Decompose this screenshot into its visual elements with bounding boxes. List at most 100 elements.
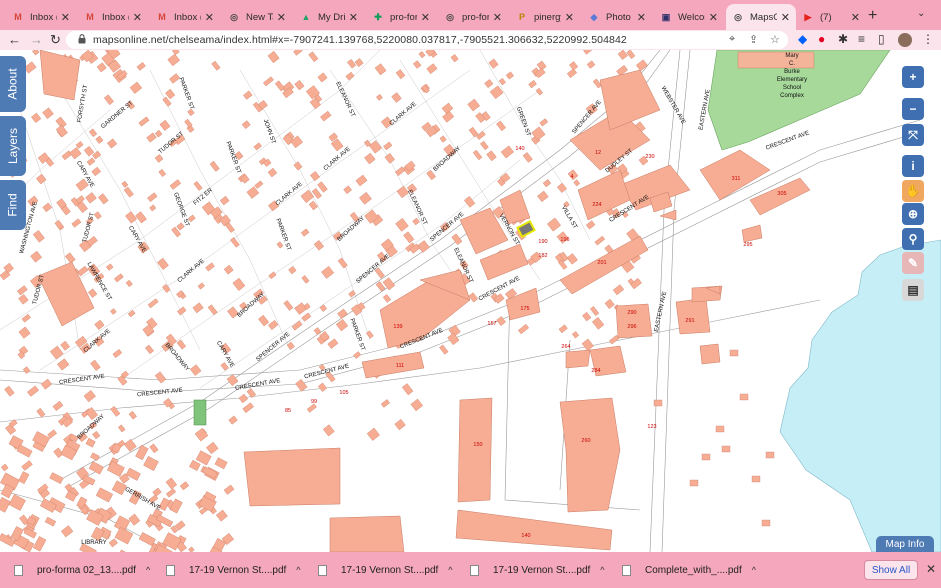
side-tab-layers[interactable]: Layers <box>0 116 26 176</box>
parcel[interactable] <box>345 71 355 81</box>
parcel[interactable] <box>337 257 348 269</box>
parcel[interactable] <box>145 344 154 355</box>
parcel[interactable] <box>558 259 568 270</box>
parcel[interactable] <box>286 341 295 350</box>
tab-close-icon[interactable]: ✕ <box>493 11 502 24</box>
parcel[interactable] <box>288 266 297 275</box>
parcel[interactable] <box>138 116 150 127</box>
magnifier-icon[interactable]: ⚲ <box>902 228 924 250</box>
parcel[interactable] <box>193 181 203 191</box>
parcel[interactable] <box>313 327 322 335</box>
parcel[interactable] <box>353 351 362 359</box>
parcel[interactable] <box>566 68 577 78</box>
parcel[interactable] <box>321 266 335 279</box>
browser-tab[interactable]: ◎ pro-form ✕ <box>438 4 508 30</box>
parcel[interactable] <box>103 94 114 106</box>
parcel[interactable] <box>143 456 159 471</box>
parcel[interactable] <box>535 87 544 96</box>
parcel[interactable] <box>467 98 480 112</box>
parcel[interactable] <box>16 444 33 458</box>
parcel[interactable] <box>573 179 581 187</box>
parcel[interactable] <box>301 275 310 284</box>
parcel[interactable] <box>528 80 537 89</box>
tab-close-icon[interactable]: ✕ <box>61 11 70 24</box>
parcel[interactable] <box>451 233 463 246</box>
forward-arrow-icon[interactable]: → <box>30 32 43 47</box>
parcel[interactable] <box>95 135 104 144</box>
parcel[interactable] <box>486 150 497 162</box>
parcel[interactable] <box>194 427 209 442</box>
download-item[interactable]: 17-19 Vernon St....pdf ^ <box>470 562 605 578</box>
parcel[interactable] <box>354 58 364 68</box>
parcel[interactable] <box>8 494 26 511</box>
parcel[interactable] <box>147 298 159 309</box>
parcel[interactable] <box>60 340 70 351</box>
parcel[interactable] <box>653 399 663 407</box>
parcel[interactable] <box>310 171 320 182</box>
parcel[interactable] <box>612 284 625 296</box>
parcel[interactable] <box>308 51 319 63</box>
reading-list-icon[interactable]: ≡ <box>858 32 865 46</box>
side-tab-about[interactable]: About <box>0 56 26 112</box>
download-item[interactable]: Complete_with_....pdf ^ <box>622 562 756 578</box>
parcel[interactable] <box>464 196 476 208</box>
browser-tab[interactable]: ◎ New Tab ✕ <box>222 4 292 30</box>
parcel[interactable] <box>47 429 57 439</box>
parcel[interactable] <box>401 383 414 396</box>
parcel[interactable] <box>16 285 28 296</box>
parcel[interactable] <box>94 319 105 330</box>
address-bar[interactable]: mapsonline.net/chelseama/index.html#x=-7… <box>66 31 788 49</box>
parcel[interactable] <box>85 437 96 448</box>
parcel[interactable] <box>88 288 98 298</box>
parcel[interactable] <box>189 364 202 376</box>
new-tab-plus-icon[interactable]: + <box>868 7 877 25</box>
profile-avatar[interactable] <box>898 33 912 47</box>
browser-tab[interactable]: ▶ (7) ✕ <box>796 4 866 30</box>
parcel[interactable] <box>274 80 285 92</box>
identify-info-icon[interactable]: i <box>902 155 924 177</box>
parcel[interactable] <box>64 252 76 264</box>
parcel[interactable] <box>395 218 409 232</box>
parcel[interactable] <box>635 59 648 72</box>
full-extent-icon[interactable]: ⤧ <box>902 124 924 146</box>
parcel[interactable] <box>300 228 310 237</box>
parcel[interactable] <box>476 131 486 140</box>
browser-tab[interactable]: ▣ Welcom ✕ <box>654 4 724 30</box>
parcel[interactable] <box>112 348 123 358</box>
parcel[interactable] <box>18 471 30 484</box>
parcel[interactable] <box>30 250 42 263</box>
parcel[interactable] <box>542 179 552 188</box>
parcel[interactable] <box>394 418 406 431</box>
tab-close-icon[interactable]: ✕ <box>277 11 286 24</box>
parcel[interactable] <box>537 190 549 203</box>
tab-close-icon[interactable]: ✕ <box>781 11 790 24</box>
parcel[interactable] <box>128 410 137 420</box>
parcel[interactable] <box>403 231 415 244</box>
download-options-chevron-icon[interactable]: ^ <box>752 565 756 575</box>
parcel[interactable] <box>95 487 113 503</box>
parcel[interactable] <box>267 167 278 178</box>
menu-kebab-icon[interactable]: ⋮ <box>922 32 934 46</box>
parcel[interactable] <box>31 112 42 124</box>
parcel[interactable] <box>60 525 74 538</box>
parcel[interactable] <box>295 379 308 392</box>
browser-tab[interactable]: M Inbox (6 ✕ <box>150 4 220 30</box>
zoom-box-icon[interactable]: ⊕ <box>902 203 924 225</box>
parcel[interactable] <box>189 459 201 471</box>
parcel[interactable] <box>158 497 171 511</box>
parcel[interactable] <box>40 378 53 390</box>
parcel[interactable] <box>496 120 507 132</box>
parcel[interactable] <box>395 69 406 80</box>
parcel[interactable] <box>146 132 157 143</box>
parcel[interactable] <box>49 472 64 484</box>
parcel[interactable] <box>267 50 280 64</box>
parcel[interactable] <box>581 338 594 351</box>
parcel[interactable] <box>49 345 64 360</box>
parcel[interactable] <box>715 425 725 433</box>
parcel[interactable] <box>441 102 454 114</box>
parcel[interactable] <box>135 211 147 224</box>
pinterest-icon[interactable]: ● <box>818 32 825 46</box>
tab-close-icon[interactable]: ✕ <box>421 11 430 24</box>
parcel[interactable] <box>227 306 239 319</box>
parcel[interactable] <box>761 519 771 527</box>
